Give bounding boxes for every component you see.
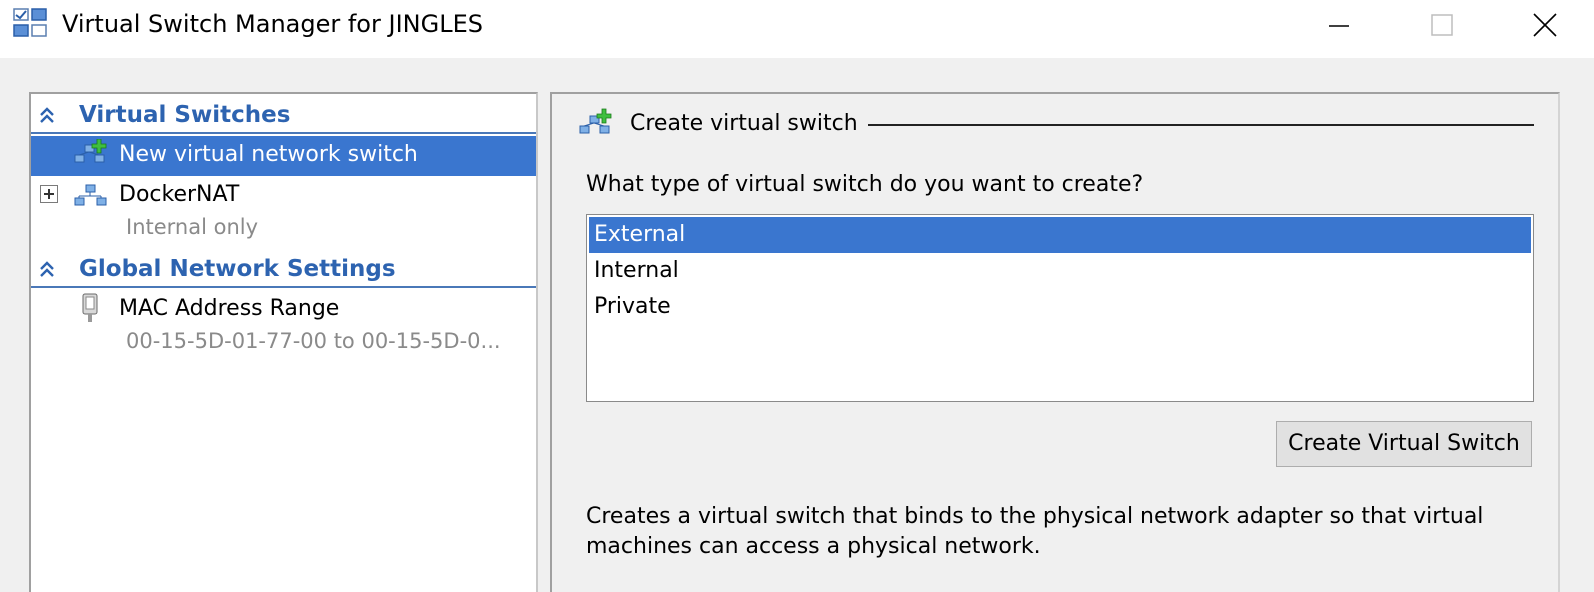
details-pane: Create virtual switch What type of virtu… <box>550 92 1560 592</box>
minimize-icon <box>1329 25 1349 27</box>
collapse-chevron-icon[interactable] <box>38 106 56 124</box>
section-header-virtual-switches[interactable]: Virtual Switches <box>31 96 536 134</box>
tree-item-subtitle: Internal only <box>126 215 259 239</box>
tree-item-dockernat[interactable]: DockerNAT Internal only <box>31 176 536 248</box>
switch-type-option-external[interactable]: External <box>589 217 1531 253</box>
tree-item-subtitle: 00-15-5D-01-77-00 to 00-15-5D-0... <box>126 329 501 353</box>
tree-item-new-virtual-network-switch[interactable]: New virtual network switch <box>31 136 536 176</box>
new-switch-icon <box>74 139 107 163</box>
section-header-global-network-settings[interactable]: Global Network Settings <box>31 250 536 288</box>
switch-type-option-internal[interactable]: Internal <box>589 253 1531 289</box>
virtual-switch-manager-icon <box>12 7 52 41</box>
collapse-chevron-icon[interactable] <box>38 260 56 278</box>
switch-type-listbox[interactable]: External Internal Private <box>586 214 1534 402</box>
window-body: Virtual Switches New virtual network swi… <box>0 58 1594 592</box>
group-title: Create virtual switch <box>630 111 858 136</box>
title-bar: Virtual Switch Manager for JINGLES <box>0 0 1594 58</box>
switch-type-option-private[interactable]: Private <box>589 289 1531 325</box>
maximize-button[interactable] <box>1407 0 1477 50</box>
navigation-pane: Virtual Switches New virtual network swi… <box>29 92 538 592</box>
create-virtual-switch-button[interactable]: Create Virtual Switch <box>1276 421 1532 467</box>
switch-type-description: Creates a virtual switch that binds to t… <box>586 504 1484 559</box>
window-title: Virtual Switch Manager for JINGLES <box>62 10 483 38</box>
section-label: Global Network Settings <box>79 256 396 282</box>
close-icon <box>1533 13 1557 37</box>
mac-address-icon <box>82 293 98 322</box>
network-switch-icon <box>74 184 107 206</box>
switch-type-question: What type of virtual switch do you want … <box>586 172 1144 197</box>
group-divider <box>868 124 1534 126</box>
expand-icon[interactable] <box>40 185 58 203</box>
tree-item-label: New virtual network switch <box>119 142 418 167</box>
new-switch-icon <box>579 108 612 134</box>
section-label: Virtual Switches <box>79 102 291 128</box>
minimize-button[interactable] <box>1304 0 1374 50</box>
close-button[interactable] <box>1510 0 1580 50</box>
maximize-icon <box>1431 14 1453 36</box>
group-header: Create virtual switch <box>578 108 1538 142</box>
tree-item-label: DockerNAT <box>119 182 240 207</box>
tree-item-mac-address-range[interactable]: MAC Address Range 00-15-5D-01-77-00 to 0… <box>31 290 536 362</box>
tree-item-label: MAC Address Range <box>119 296 340 321</box>
